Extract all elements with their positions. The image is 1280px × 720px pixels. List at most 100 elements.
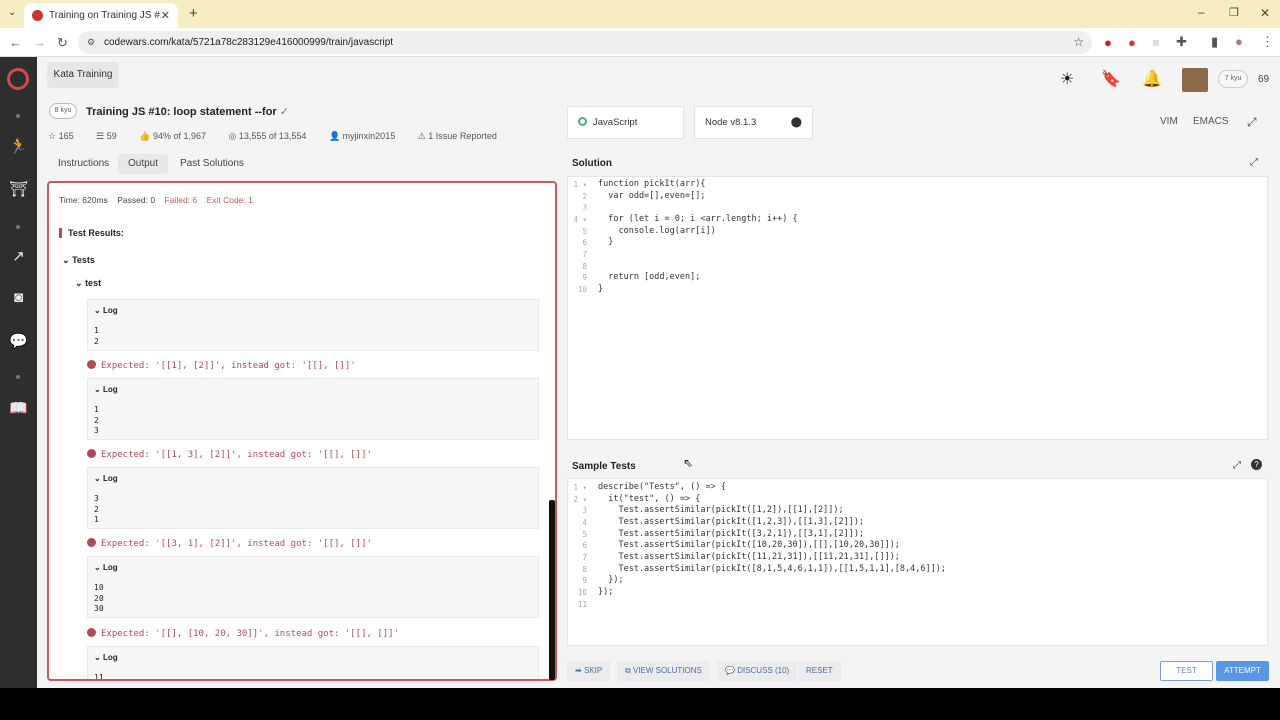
minimize-icon[interactable]: – [1198, 5, 1205, 19]
view-solutions-button[interactable]: ⧉ VIEW SOLUTIONS [617, 661, 710, 681]
author-stat[interactable]: 👤 myjinxin2015 [329, 131, 405, 141]
failure-text: Expected: '[[3, 1], [2]]', instead got: … [101, 539, 372, 549]
log-header[interactable]: ⌄ Log [94, 385, 118, 394]
tests-group-label: Tests [72, 255, 95, 265]
collections-stat[interactable]: ☰ 59 [96, 131, 127, 141]
sidebar-docs-icon[interactable]: 📖 [0, 399, 37, 417]
vim-mode-toggle[interactable]: VIM [1160, 116, 1178, 127]
extension-opera-icon[interactable]: ● [1104, 36, 1112, 49]
back-icon[interactable]: ← [9, 36, 22, 49]
log-line: 2 [94, 416, 99, 425]
fullscreen-icon[interactable]: ⤢ [1247, 115, 1257, 130]
failure-message: Expected: '[[1, 3], [2]]', instead got: … [87, 449, 372, 460]
language-selector[interactable]: JavaScript [567, 106, 684, 139]
bookmark-star-icon[interactable]: ☆ [1073, 31, 1084, 54]
sidebar-practice-icon[interactable]: ⛩ [0, 180, 37, 198]
code-line: it("test", () => { [598, 494, 701, 504]
user-avatar[interactable] [1182, 68, 1208, 92]
maximize-icon[interactable]: ❐ [1229, 6, 1239, 19]
line-number: 7 [582, 250, 587, 259]
url-field[interactable]: ⚙ codewars.com/kata/5721a78c283129e41600… [78, 31, 1092, 54]
log-header[interactable]: ⌄ Log [94, 306, 118, 315]
codewars-logo-icon[interactable] [7, 68, 29, 90]
address-bar: ← → ↻ ⚙ codewars.com/kata/5721a78c283129… [0, 28, 1280, 57]
sample-tests-expand-icon[interactable]: ⤢ [1233, 460, 1241, 471]
kata-stats: ☆ 165 ☰ 59 👍 94% of 1,967 ◎ 13,555 of 13… [48, 131, 517, 142]
log-header[interactable]: ⌄ Log [94, 653, 118, 662]
codewars-favicon-icon [32, 10, 43, 21]
sidebar-leaders-icon[interactable]: ↗ [0, 247, 37, 265]
sidebar-train-icon[interactable]: 🏃 [0, 137, 37, 155]
window-close-icon[interactable]: ✕ [1260, 6, 1270, 20]
tests-group[interactable]: ⌄ Tests [62, 255, 95, 266]
help-icon[interactable]: ? [1251, 459, 1262, 470]
browser-tab[interactable]: Training on Training JS #10: loo ✕ [24, 3, 178, 28]
log-line: 2 [94, 337, 99, 346]
sidebar-discuss-icon[interactable]: 💬 [0, 332, 37, 350]
solution-gutter: 1 ▾ 2 3 4 ▾ 5 6 7 8 9 10 [568, 177, 594, 439]
tab-output[interactable]: Output [118, 154, 169, 174]
code-line: Test.assertSimilar(pickIt([1,2,3]),[[1,3… [598, 517, 865, 527]
log-block: ⌄ Log 11 [87, 646, 539, 679]
theme-toggle-icon[interactable]: ☀ [1060, 72, 1074, 88]
chevron-down-icon: ⌄ [62, 255, 70, 265]
mouse-cursor-icon: ⇖ [683, 456, 694, 470]
kata-title: Training JS #10: loop statement --for ✓ [86, 105, 289, 118]
test-group[interactable]: ⌄ test [75, 278, 101, 289]
side-panel-icon[interactable]: ▮ [1211, 35, 1218, 48]
new-tab-icon[interactable]: + [189, 5, 198, 22]
sidebar-separator [16, 375, 20, 379]
completed-value: 13,555 of 13,554 [238, 131, 307, 141]
version-label: Node v8.1.3 [705, 117, 757, 128]
url-text: codewars.com/kata/5721a78c283129e4160009… [104, 37, 394, 48]
site-info-icon[interactable]: ⚙ [87, 31, 95, 54]
error-icon [87, 628, 96, 637]
tab-instructions[interactable]: Instructions [48, 154, 119, 174]
skip-button[interactable]: ➡ SKIP [567, 661, 611, 681]
log-header-label: Log [102, 385, 118, 394]
stars-stat[interactable]: ☆ 165 [48, 131, 84, 141]
stars-count: 165 [58, 131, 74, 141]
sample-tests-editor[interactable]: 1 ▾ 2 ▾ 3 4 5 6 7 8 9 10 11 describe("Te… [567, 478, 1268, 646]
line-number: 6 [582, 541, 587, 550]
emacs-mode-toggle[interactable]: EMACS [1193, 116, 1229, 127]
issues-value: 1 Issue Reported [428, 131, 497, 141]
app-sidebar: 🏃 ⛩ ↗ ◙ 💬 📖 [0, 57, 37, 688]
language-label: JavaScript [593, 117, 638, 128]
tab-list-chevron-icon[interactable]: ⌄ [8, 7, 16, 18]
log-header[interactable]: ⌄ Log [94, 563, 118, 572]
user-rank-badge: 7 kyu [1218, 70, 1248, 88]
version-selector[interactable]: Node v8.1.3 ⬤ [694, 106, 813, 139]
solution-editor[interactable]: 1 ▾ 2 3 4 ▾ 5 6 7 8 9 10 function pickIt… [567, 176, 1268, 440]
kata-training-tab[interactable]: Kata Training [47, 62, 119, 88]
profile-icon[interactable]: ● [1235, 35, 1243, 48]
code-line: Test.assertSimilar(pickIt([1,2]),[[1],[2… [598, 505, 844, 515]
code-line: describe("Tests", () => { [598, 482, 726, 492]
bookmarks-icon[interactable]: 🔖 [1101, 72, 1121, 88]
log-block: ⌄ Log 1 2 [87, 299, 539, 351]
line-number: 2 ▾ [573, 495, 587, 504]
reset-button[interactable]: RESET [798, 661, 841, 681]
log-line: 1 [94, 515, 99, 524]
run-time: Time: 620ms [59, 195, 108, 205]
tab-close-icon[interactable]: ✕ [161, 9, 170, 22]
test-button[interactable]: TEST [1160, 661, 1213, 681]
discuss-button[interactable]: 💬 DISCUSS (10) [717, 661, 798, 681]
extension-abp-icon[interactable]: ● [1128, 36, 1136, 49]
reload-icon[interactable]: ↻ [57, 36, 68, 49]
line-number: 10 [577, 588, 587, 597]
extension-blank-icon[interactable]: ■ [1152, 36, 1160, 49]
output-scrollbar[interactable] [549, 500, 555, 680]
line-number: 8 [582, 565, 587, 574]
sidebar-discord-icon[interactable]: ◙ [0, 289, 37, 306]
tab-past-solutions[interactable]: Past Solutions [170, 154, 254, 174]
solution-expand-icon[interactable]: ⤢ [1250, 157, 1258, 168]
notifications-bell-icon[interactable]: 🔔 [1142, 72, 1162, 88]
forward-icon[interactable]: → [33, 36, 46, 49]
browser-menu-icon[interactable]: ⋮ [1261, 35, 1274, 48]
attempt-button[interactable]: ATTEMPT [1216, 661, 1269, 681]
extensions-puzzle-icon[interactable]: ✚ [1176, 35, 1187, 48]
log-block: ⌄ Log 10 20 30 [87, 556, 539, 618]
issues-stat[interactable]: ⚠ 1 Issue Reported [418, 131, 507, 141]
log-header[interactable]: ⌄ Log [94, 474, 118, 483]
